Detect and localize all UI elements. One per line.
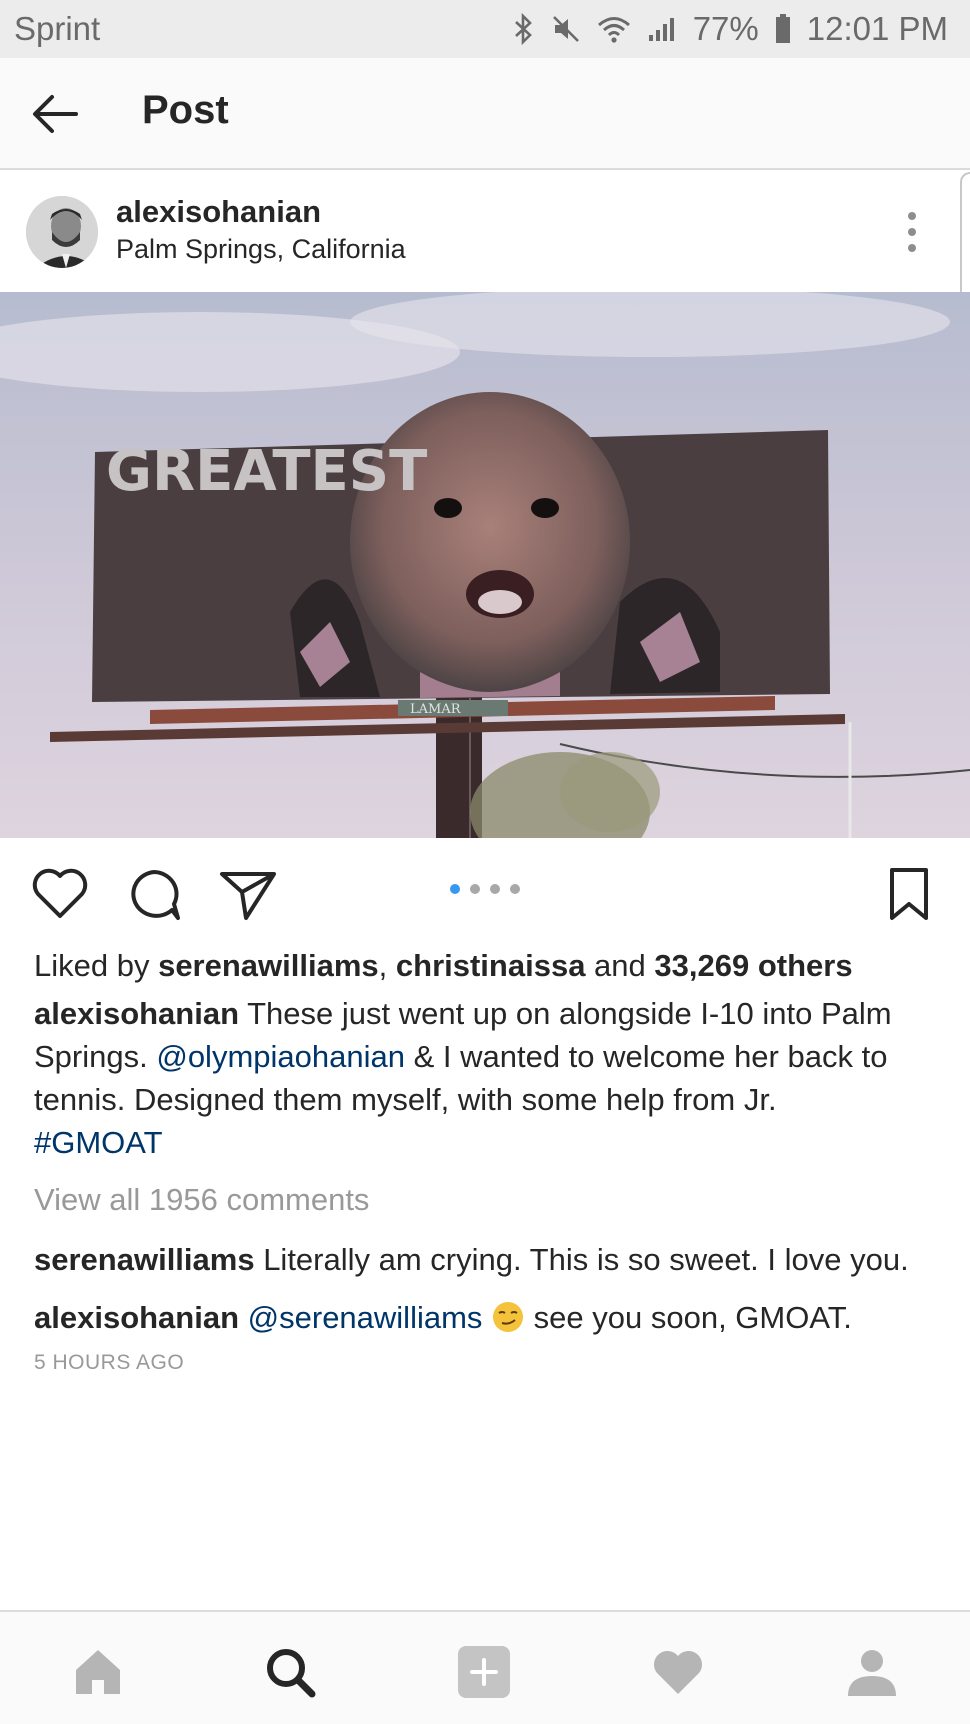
- comment-mention[interactable]: @serenawilliams: [248, 1300, 483, 1335]
- post-location[interactable]: Palm Springs, California: [116, 234, 406, 265]
- more-options-icon[interactable]: [900, 208, 924, 256]
- search-icon[interactable]: [262, 1644, 318, 1700]
- status-bar: Sprint 77% 12:01 PM: [0, 0, 970, 58]
- comment-text: see you soon, GMOAT.: [525, 1300, 852, 1335]
- carrier-label: Sprint: [14, 10, 101, 47]
- comment-author[interactable]: serenawilliams: [34, 1242, 255, 1277]
- likes-prefix: Liked by: [34, 948, 159, 983]
- like-heart-icon[interactable]: [30, 866, 90, 922]
- comment-author[interactable]: alexisohanian: [34, 1300, 239, 1335]
- post-timestamp: 5 HOURS AGO: [34, 1351, 185, 1374]
- battery-icon: [775, 14, 790, 43]
- likes-and: and: [585, 948, 655, 983]
- share-direct-icon[interactable]: [218, 866, 278, 922]
- page-title: Post: [142, 88, 229, 132]
- back-arrow-icon[interactable]: [30, 92, 80, 136]
- comment-bubble-icon[interactable]: [124, 866, 184, 922]
- carousel-dot: [510, 884, 520, 894]
- activity-heart-icon[interactable]: [650, 1644, 706, 1700]
- signal-icon: [648, 18, 674, 41]
- bottom-navigation: [0, 1610, 970, 1724]
- liker-link[interactable]: serenawilliams: [158, 948, 379, 983]
- avatar[interactable]: [26, 196, 98, 268]
- comment-text: Literally am crying. This is so sweet. I…: [254, 1242, 909, 1277]
- liker-link[interactable]: christinaissa: [396, 948, 586, 983]
- post-author-username[interactable]: alexisohanian: [116, 194, 321, 230]
- smirking-face-emoji-icon: [493, 1302, 524, 1332]
- carousel-dot: [470, 884, 480, 894]
- save-bookmark-icon[interactable]: [880, 866, 940, 922]
- likes-count-link[interactable]: 33,269 others: [654, 948, 852, 983]
- caption-mention[interactable]: @olympiaohanian: [156, 1039, 405, 1074]
- view-all-comments-link[interactable]: View all 1956 comments: [34, 1178, 944, 1221]
- status-icons: 77% 12:01 PM: [513, 10, 948, 48]
- likes-separator: ,: [378, 948, 396, 983]
- comment: alexisohanian @serenawilliams see you so…: [34, 1296, 944, 1339]
- battery-percent: 77%: [692, 10, 759, 47]
- home-icon[interactable]: [70, 1644, 126, 1700]
- carousel-indicator: [450, 884, 520, 894]
- clock: 12:01 PM: [806, 10, 948, 47]
- billboard-text: GREATEST: [106, 439, 427, 504]
- post-header: alexisohanian Palm Springs, California: [0, 172, 970, 292]
- carousel-dot: [490, 884, 500, 894]
- post-caption: alexisohanian These just went up on alon…: [34, 992, 944, 1164]
- billboard-brand: LAMAR: [410, 702, 462, 717]
- caption-hashtag[interactable]: #GMOAT: [34, 1125, 163, 1160]
- mute-icon: [552, 16, 579, 42]
- post-image[interactable]: GREATEST LAMAR: [0, 292, 970, 838]
- add-post-icon[interactable]: [456, 1644, 512, 1700]
- likes-summary: Liked by serenawilliams, christinaissa a…: [34, 944, 944, 987]
- caption-author[interactable]: alexisohanian: [34, 996, 239, 1031]
- carousel-dot-active: [450, 884, 460, 894]
- profile-icon[interactable]: [844, 1644, 900, 1700]
- app-header: Post: [0, 58, 970, 170]
- wifi-icon: [597, 17, 630, 43]
- comment: serenawilliams Literally am crying. This…: [34, 1238, 944, 1281]
- bluetooth-icon: [514, 13, 532, 45]
